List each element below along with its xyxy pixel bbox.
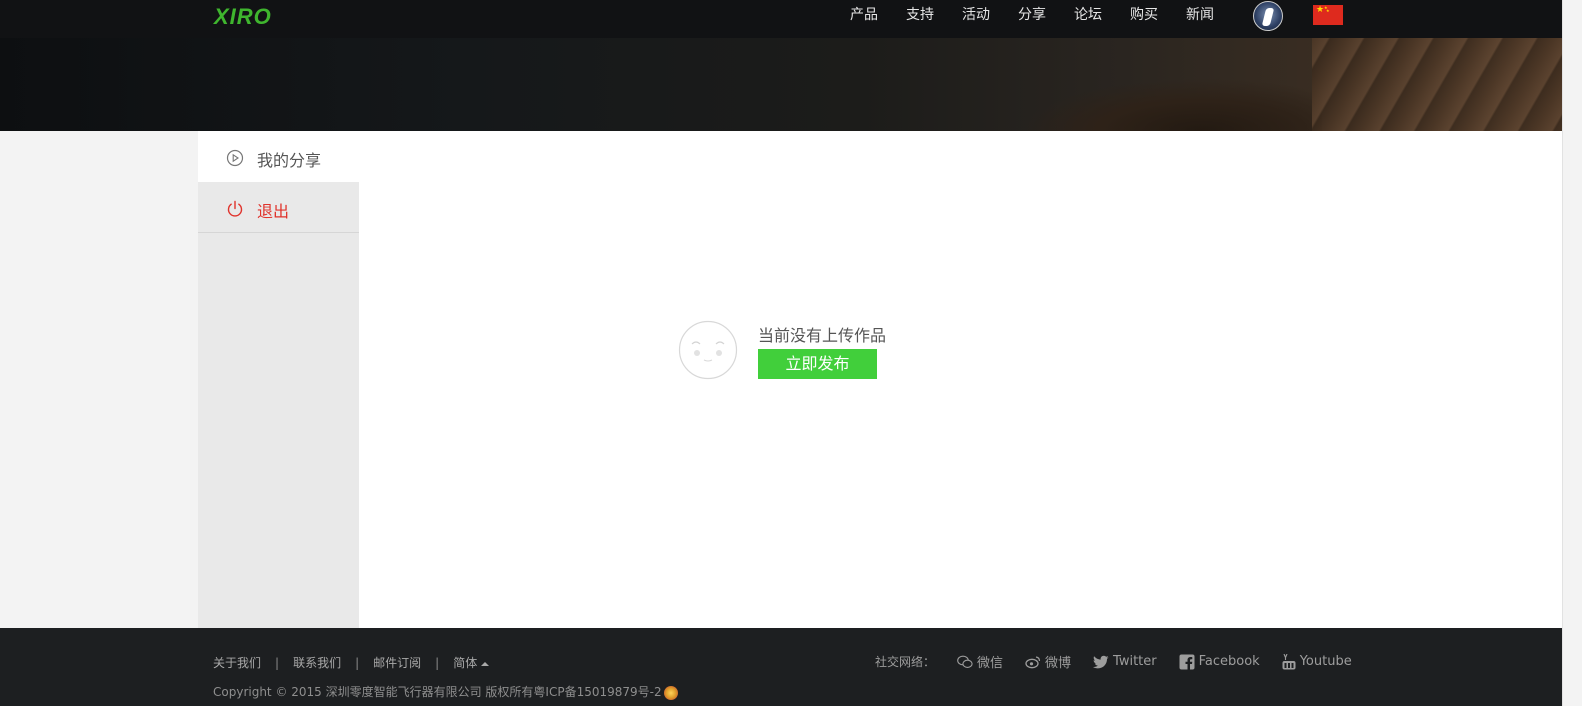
copyright-label: Copyright © 2015 深圳零度智能飞行器有限公司 版权所有粤ICP备…: [213, 685, 662, 699]
divider: |: [275, 655, 280, 670]
sidebar-item-label: 退出: [257, 202, 290, 221]
footer-link-subscribe[interactable]: 邮件订阅: [373, 654, 421, 671]
twitter-icon: [1093, 655, 1109, 668]
china-flag-icon[interactable]: ★ ★ ★: [1313, 5, 1343, 25]
sidebar-item-logout[interactable]: 退出: [198, 182, 359, 233]
language-label: 简体: [453, 656, 478, 670]
main-content: 我的分享 退出 当前没有上传作品 立即发布: [198, 131, 1562, 628]
social-twitter[interactable]: Twitter: [1093, 654, 1157, 669]
social-youtube[interactable]: Youtube: [1282, 653, 1352, 670]
wechat-icon: [957, 655, 973, 668]
language-selector[interactable]: 简体: [453, 654, 490, 671]
nav-events[interactable]: 活动: [962, 0, 990, 38]
social-wechat-label: 微信: [977, 656, 1004, 671]
youtube-icon: [1282, 653, 1296, 669]
user-sidebar: 我的分享 退出: [198, 131, 359, 628]
footer-links: 关于我们 | 联系我们 | 邮件订阅 | 简体: [213, 654, 490, 671]
social-wechat[interactable]: 微信: [957, 652, 1003, 671]
footer-link-contact[interactable]: 联系我们: [293, 654, 341, 671]
empty-state: 当前没有上传作品 立即发布: [678, 320, 978, 390]
page-scrollbar[interactable]: [1562, 0, 1582, 706]
social-weibo[interactable]: 微博: [1025, 652, 1071, 671]
social-facebook[interactable]: Facebook: [1179, 654, 1260, 670]
social-youtube-label: Youtube: [1299, 654, 1352, 669]
user-avatar[interactable]: [1253, 1, 1283, 31]
header-banner-image: [0, 38, 1562, 131]
nav-share[interactable]: 分享: [1018, 0, 1046, 38]
sidebar-item-label: 我的分享: [257, 151, 322, 170]
divider: |: [355, 655, 360, 670]
nav-forum[interactable]: 论坛: [1074, 0, 1102, 38]
power-icon: [227, 200, 243, 217]
social-twitter-label: Twitter: [1113, 654, 1157, 669]
top-nav-bar: XIRO 产品 支持 活动 分享 论坛 购买 新闻 ★ ★ ★: [0, 0, 1562, 38]
social-links: 社交网络： 微信 微博 Twitter Facebook Youtube: [875, 652, 1352, 671]
footer-link-about[interactable]: 关于我们: [213, 654, 261, 671]
sidebar-item-my-share[interactable]: 我的分享: [198, 131, 359, 182]
xiro-logo[interactable]: XIRO: [214, 4, 272, 30]
social-facebook-label: Facebook: [1198, 654, 1260, 669]
police-badge-icon[interactable]: [663, 685, 678, 700]
social-weibo-label: 微博: [1045, 656, 1072, 671]
nav-buy[interactable]: 购买: [1130, 0, 1158, 38]
copyright-text: Copyright © 2015 深圳零度智能飞行器有限公司 版权所有粤ICP备…: [213, 683, 678, 700]
divider: |: [435, 655, 440, 670]
publish-now-button[interactable]: 立即发布: [758, 349, 877, 379]
social-label: 社交网络：: [875, 655, 936, 669]
sad-face-icon: [678, 320, 738, 380]
weibo-icon: [1025, 655, 1041, 668]
facebook-icon: [1179, 654, 1195, 670]
nav-support[interactable]: 支持: [906, 0, 934, 38]
empty-message: 当前没有上传作品: [758, 326, 887, 345]
main-nav: 产品 支持 活动 分享 论坛 购买 新闻: [850, 0, 1242, 38]
caret-up-icon: [481, 661, 490, 666]
nav-products[interactable]: 产品: [850, 0, 878, 38]
nav-news[interactable]: 新闻: [1186, 0, 1214, 38]
footer: 关于我们 | 联系我们 | 邮件订阅 | 简体 Copyright © 2015…: [0, 628, 1562, 706]
play-circle-icon: [226, 149, 244, 167]
